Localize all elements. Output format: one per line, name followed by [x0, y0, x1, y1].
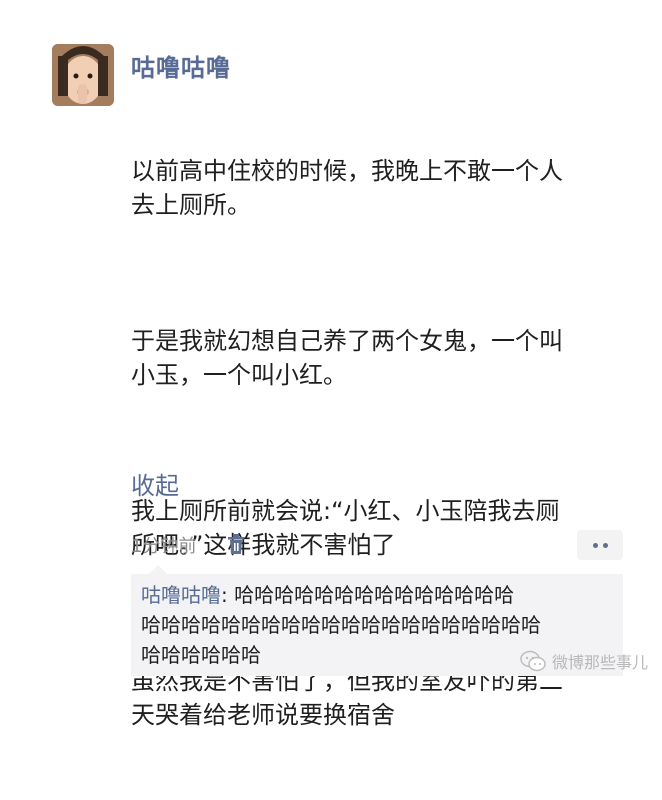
- post-content: 以前高中住校的时候，我晚上不敢一个人 去上厕所。 于是我就幻想自己养了两个女鬼，…: [131, 86, 611, 800]
- wechat-icon: [520, 650, 546, 672]
- comment-separator: :: [221, 583, 235, 607]
- collapse-link[interactable]: 收起: [131, 466, 179, 501]
- more-dots-icon: [592, 542, 598, 548]
- moments-post: 咕噜咕噜 以前高中住校的时候，我晚上不敢一个人 去上厕所。 于是我就幻想自己养了…: [0, 0, 662, 729]
- trash-icon[interactable]: [225, 532, 247, 556]
- comment-author[interactable]: 咕噜咕噜: [141, 583, 221, 607]
- post-meta-row: 1分钟前: [131, 530, 623, 560]
- post-paragraph: 以前高中住校的时候，我晚上不敢一个人 去上厕所。: [131, 157, 563, 219]
- avatar[interactable]: [52, 44, 114, 106]
- post-paragraph: 于是我就幻想自己养了两个女鬼，一个叫 小玉，一个叫小红。: [131, 327, 563, 389]
- avatar-image: [52, 44, 114, 106]
- more-dots-icon: [602, 542, 608, 548]
- post-author-name[interactable]: 咕噜咕噜: [131, 48, 231, 83]
- watermark: 微博那些事儿: [520, 649, 648, 673]
- more-actions-button[interactable]: [577, 530, 623, 560]
- watermark-text: 微博那些事儿: [551, 653, 648, 672]
- timestamp: 1分钟前: [131, 536, 197, 557]
